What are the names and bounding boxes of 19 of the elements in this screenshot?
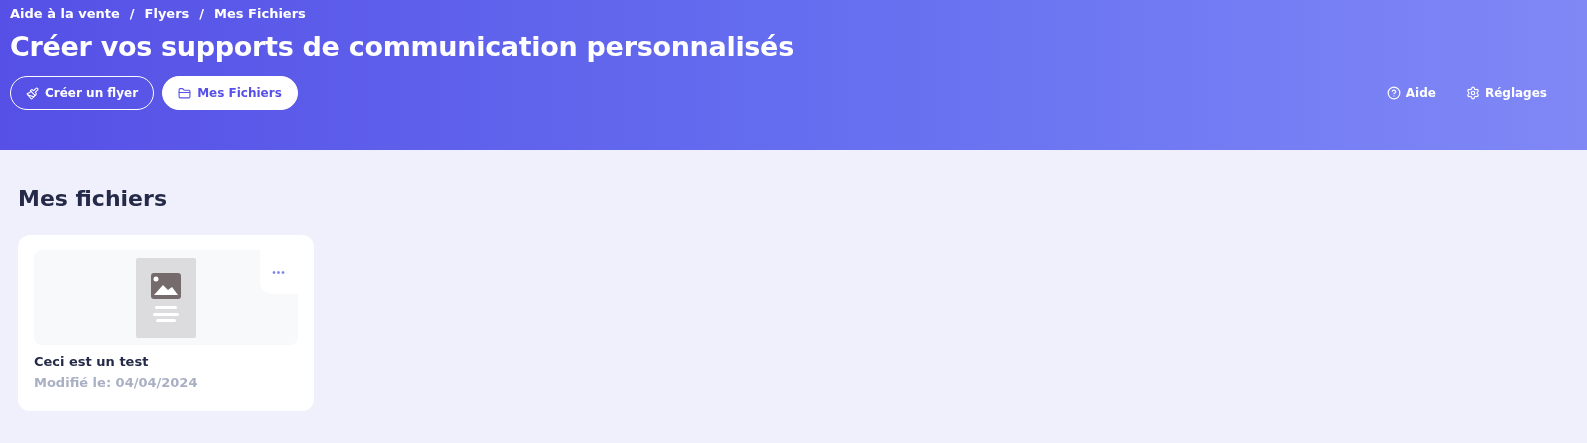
file-card[interactable]: ••• Ceci est un test Modifié le: 04/04/2024 [18, 235, 314, 411]
file-name: Ceci est un test [34, 354, 150, 369]
settings-icon [1465, 86, 1480, 100]
more-button[interactable]: ••• [260, 250, 298, 294]
header-link[interactable]: Aide [1386, 86, 1436, 100]
file-date: Modifié le: 04/04/2024 [34, 375, 199, 390]
help-icon [1386, 86, 1401, 100]
breadcrumb-separator: / [129, 6, 135, 21]
document-image-icon [136, 257, 196, 338]
breadcrumb-link[interactable]: Aide à la vente [10, 6, 120, 21]
folder-icon [178, 86, 192, 100]
breadcrumb-link[interactable]: Mes Fichiers [214, 6, 306, 21]
nav-button[interactable]: Mes Fichiers [162, 76, 298, 110]
breadcrumb-separator: / [199, 6, 205, 21]
breadcrumb-link[interactable]: Flyers [144, 6, 190, 21]
section-title: Mes fichiers [18, 186, 168, 211]
brush-icon [26, 86, 39, 100]
page-title: Créer vos supports de communication personnalisés [10, 31, 795, 62]
header-link[interactable]: Réglages [1465, 86, 1547, 100]
